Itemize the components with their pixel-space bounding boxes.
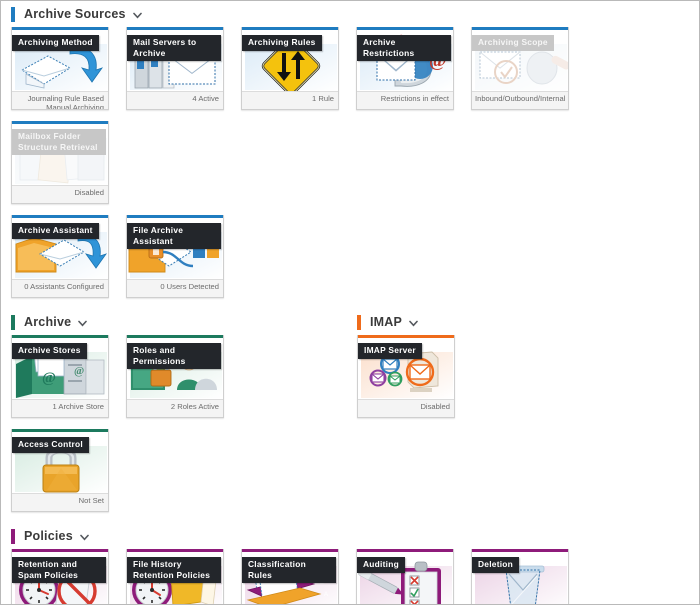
tile-label: Archive Stores bbox=[12, 343, 87, 359]
section-header-policies[interactable]: Policies bbox=[1, 523, 699, 549]
tile-label: Mail Servers to Archive bbox=[127, 35, 221, 61]
tile-archive-stores[interactable]: @ @ Archive Stores 1 Archive Store bbox=[11, 335, 109, 418]
tile-status: Not Set bbox=[12, 493, 108, 511]
tile-archiving-scope[interactable]: Archiving Scope Inbound/Outbound/Internal bbox=[471, 27, 569, 110]
section-title: Policies bbox=[24, 529, 73, 543]
tile-classification-rules[interactable]: C B AClassification RulesNot Set bbox=[241, 549, 339, 604]
tile-illustration-road-sign-icon: Archiving Rules bbox=[242, 30, 338, 91]
tile-row-archive: @ @ Archive Stores 1 Archive Store Roles a… bbox=[1, 335, 351, 523]
section-header-archive-sources[interactable]: Archive Sources bbox=[1, 1, 699, 27]
tile-label: Deletion bbox=[472, 557, 520, 573]
tile-illustration-folder-sheets-icon: Mailbox Folder Structure Retrieval bbox=[12, 124, 108, 185]
tile-label: Classification Rules bbox=[242, 557, 336, 583]
tile-status: Disabled bbox=[12, 185, 108, 203]
chevron-down-icon[interactable] bbox=[80, 533, 89, 542]
tile-status: Journaling Rule Based Manual Archiving bbox=[12, 91, 108, 109]
tile-imap-server[interactable]: IMAP Server Disabled bbox=[357, 335, 455, 418]
section-accent-bar bbox=[11, 314, 15, 330]
tile-label: File Archive Assistant bbox=[127, 223, 221, 249]
svg-text:A: A bbox=[324, 592, 328, 598]
tile-status: 0 Users Detected bbox=[127, 279, 223, 297]
tile-row-policies: Retention and Spam Policies1 Active Rule… bbox=[1, 549, 699, 604]
section-title: Archive bbox=[24, 315, 72, 329]
tile-archive-assistant[interactable]: Archive Assistant 0 Assistants Configured bbox=[11, 215, 109, 298]
tile-status: 2 Roles Active bbox=[127, 399, 223, 417]
tile-archiving-method[interactable]: Archiving Method Journaling Rule Based Ma… bbox=[11, 27, 109, 110]
section-imap: IMAP IMAP Server Disabled bbox=[351, 309, 699, 429]
tile-archiving-rules[interactable]: Archiving Rules 1 Rule bbox=[241, 27, 339, 110]
tile-label: Auditing bbox=[357, 557, 405, 573]
tile-label: Archiving Rules bbox=[242, 35, 322, 51]
tile-label: Retention and Spam Policies bbox=[12, 557, 106, 583]
svg-text:@: @ bbox=[74, 365, 84, 377]
section-accent-bar bbox=[11, 528, 15, 544]
tile-label: Access Control bbox=[12, 437, 89, 453]
tile-illustration-scope-lens-icon: Archiving Scope bbox=[472, 30, 568, 91]
section-title: IMAP bbox=[370, 315, 403, 329]
tile-status: Inbound/Outbound/Internal bbox=[472, 91, 568, 109]
tile-status: 1 Rule bbox=[242, 91, 338, 109]
tile-illustration-clock-folder-icon: File History Retention Policies bbox=[127, 552, 223, 604]
tile-archive-restrictions[interactable]: @Archive RestrictionsRestrictions in eff… bbox=[356, 27, 454, 110]
tile-file-archive-assistant[interactable]: File Archive Assistant 0 Users Detected bbox=[126, 215, 224, 298]
tile-label: File History Retention Policies bbox=[127, 557, 221, 583]
tile-illustration-servers-envelope-icon: Mail Servers to Archive bbox=[127, 30, 223, 91]
section-header-archive[interactable]: Archive bbox=[1, 309, 351, 335]
tile-label: Archiving Method bbox=[12, 35, 99, 51]
tile-label: Archive Assistant bbox=[12, 223, 99, 239]
tile-file-history-retention-policies[interactable]: File History Retention PoliciesNot Set bbox=[126, 549, 224, 604]
section-accent-bar bbox=[357, 314, 361, 330]
tile-status: Restrictions in effect bbox=[357, 91, 453, 109]
tile-illustration-clipboard-pen-icon: Auditing bbox=[357, 552, 453, 604]
dashboard-page: Archive Sources Archiving Method Journali… bbox=[0, 0, 700, 605]
tile-illustration-cabinet-icon: @ @ Archive Stores bbox=[12, 338, 108, 399]
tile-label: IMAP Server bbox=[358, 343, 422, 359]
section-policies: Policies Retention and Spam Policies Fil… bbox=[1, 523, 699, 604]
svg-text:@: @ bbox=[42, 370, 56, 386]
tile-status: 0 Assistants Configured bbox=[12, 279, 108, 297]
tile-label: Roles and Permissions bbox=[127, 343, 221, 369]
section-accent-bar bbox=[11, 6, 15, 22]
tile-roles-and-permissions[interactable]: Roles and Permissions 2 Roles Active bbox=[126, 335, 224, 418]
tile-status: 1 Archive Store bbox=[12, 399, 108, 417]
tile-row-imap: IMAP Server Disabled bbox=[351, 335, 699, 429]
tile-mail-servers-to-archive[interactable]: Mail Servers to Archive 4 Active bbox=[126, 27, 224, 110]
tile-illustration-clock-nospam-icon: Retention and Spam Policies bbox=[12, 552, 108, 604]
tile-illustration-envelope-arrow-icon: Archiving Method bbox=[12, 30, 108, 91]
tile-illustration-imap-monitor-icon: IMAP Server bbox=[358, 338, 454, 399]
section-archive-sources: Archive Sources Archiving Method Journali… bbox=[1, 1, 699, 309]
tile-row-archive-sources-2: Archive Assistant 0 Assistants Configured… bbox=[1, 215, 699, 309]
tile-auditing[interactable]: AuditingDisabled bbox=[356, 549, 454, 604]
split-row-archive-imap: Archive @ @ Archive Stores 1 Archive Sto… bbox=[1, 309, 699, 523]
tile-status: 4 Active bbox=[127, 91, 223, 109]
chevron-down-icon[interactable] bbox=[132, 11, 142, 20]
tile-deletion[interactable]: DeletionEnabled (Soft Delete) bbox=[471, 549, 569, 604]
tile-label: Mailbox Folder Structure Retrieval bbox=[12, 129, 106, 155]
dashboard-content: Archive Sources Archiving Method Journali… bbox=[1, 1, 699, 604]
section-archive: Archive @ @ Archive Stores 1 Archive Sto… bbox=[1, 309, 351, 523]
tile-illustration-mailbox-at-icon: @Archive Restrictions bbox=[357, 30, 453, 91]
section-title: Archive Sources bbox=[24, 7, 126, 21]
tile-illustration-assistant-folder-icon: Archive Assistant bbox=[12, 218, 108, 279]
chevron-down-icon[interactable] bbox=[409, 319, 418, 328]
tile-retention-and-spam-policies[interactable]: Retention and Spam Policies1 Active Rule… bbox=[11, 549, 109, 604]
tile-mailbox-folder-structure-retrieval[interactable]: Mailbox Folder Structure Retrieval Disabl… bbox=[11, 121, 109, 204]
chevron-down-icon[interactable] bbox=[78, 319, 88, 328]
tile-illustration-people-folder-icon: Roles and Permissions bbox=[127, 338, 223, 399]
tile-illustration-trash-envelope-icon: Deletion bbox=[472, 552, 568, 604]
tile-access-control[interactable]: Access Control Not Set bbox=[11, 429, 109, 512]
tile-label: Archive Restrictions bbox=[357, 35, 451, 61]
tile-label: Archiving Scope bbox=[472, 35, 554, 51]
tile-illustration-file-assistant-icon: File Archive Assistant bbox=[127, 218, 223, 279]
tile-illustration-padlock-icon: Access Control bbox=[12, 432, 108, 493]
tile-illustration-tabs-folders-icon: C B AClassification Rules bbox=[242, 552, 338, 604]
tile-row-archive-sources-1: Archiving Method Journaling Rule Based Ma… bbox=[1, 27, 699, 215]
section-header-imap[interactable]: IMAP bbox=[351, 309, 699, 335]
tile-status: Disabled bbox=[358, 399, 454, 417]
